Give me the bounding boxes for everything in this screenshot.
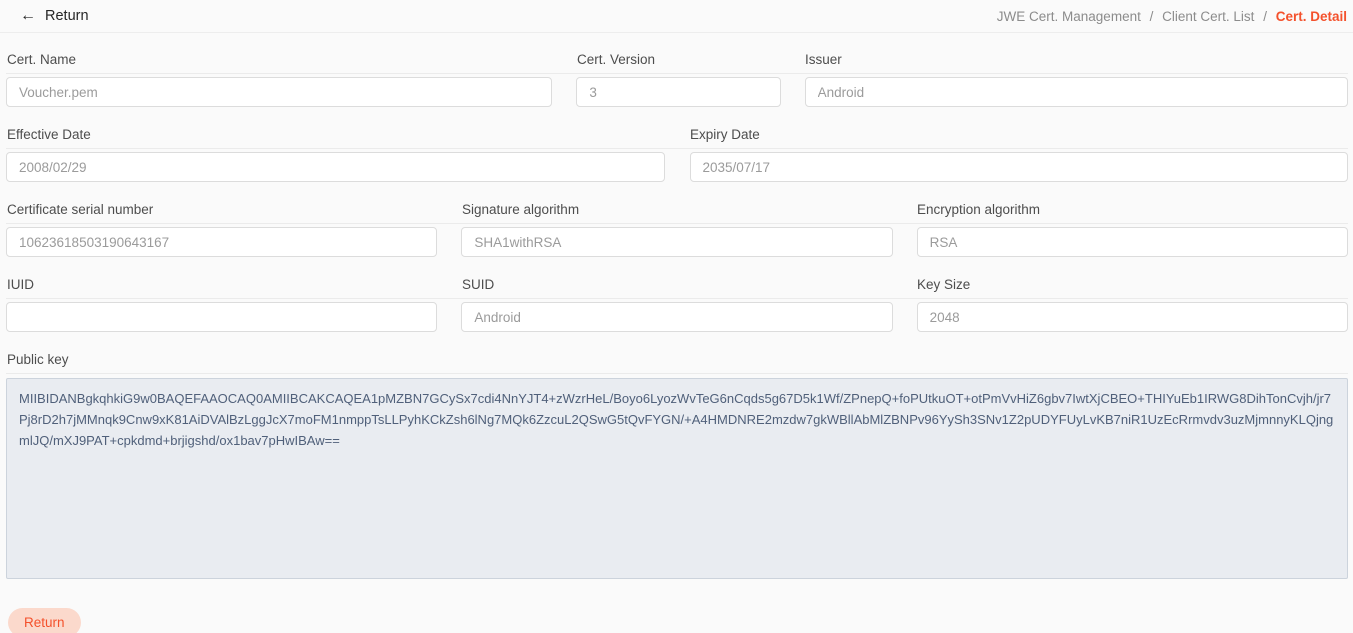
form-row-public-key: Public key MIIBIDANBgkqhkiG9w0BAQEFAAOCA… (6, 345, 1348, 579)
cert-name-input[interactable] (6, 77, 552, 107)
issuer-label: Issuer (805, 53, 1348, 67)
label-strip: Certificate serial number Signature algo… (6, 195, 1348, 224)
input-strip (6, 152, 1348, 182)
breadcrumb: JWE Cert. Management / Client Cert. List… (997, 9, 1347, 24)
key-size-input[interactable] (917, 302, 1348, 332)
iuid-input[interactable] (6, 302, 437, 332)
input-strip (6, 77, 1348, 107)
signature-algorithm-input[interactable] (461, 227, 892, 257)
back-arrow-icon: ← (20, 8, 36, 24)
label-strip: Public key (6, 345, 1348, 374)
encryption-algorithm-label: Encryption algorithm (917, 203, 1348, 217)
input-strip (6, 302, 1348, 332)
issuer-input[interactable] (805, 77, 1348, 107)
breadcrumb-separator: / (1150, 9, 1154, 24)
cert-version-label: Cert. Version (577, 53, 781, 67)
cert-detail-page: ← Return JWE Cert. Management / Client C… (0, 0, 1353, 633)
form-row-3: Certificate serial number Signature algo… (6, 195, 1348, 257)
encryption-algorithm-input[interactable] (917, 227, 1348, 257)
public-key-label: Public key (7, 353, 1348, 367)
expiry-date-label: Expiry Date (690, 128, 1348, 142)
serial-number-input[interactable] (6, 227, 437, 257)
label-strip: Effective Date Expiry Date (6, 120, 1348, 149)
breadcrumb-item-client-cert-list[interactable]: Client Cert. List (1162, 9, 1254, 24)
label-strip: Cert. Name Cert. Version Issuer (6, 45, 1348, 74)
form-row-2: Effective Date Expiry Date (6, 120, 1348, 182)
label-strip: IUID SUID Key Size (6, 270, 1348, 299)
effective-date-input[interactable] (6, 152, 665, 182)
key-size-label: Key Size (917, 278, 1348, 292)
topbar: ← Return JWE Cert. Management / Client C… (0, 0, 1353, 33)
back-link-label: Return (45, 8, 89, 24)
back-link[interactable]: ← Return (20, 8, 89, 24)
serial-number-label: Certificate serial number (7, 203, 438, 217)
cert-version-input[interactable] (576, 77, 780, 107)
breadcrumb-item-cert-detail: Cert. Detail (1276, 9, 1347, 24)
cert-name-label: Cert. Name (7, 53, 553, 67)
cert-detail-form: Cert. Name Cert. Version Issuer Effectiv… (0, 33, 1353, 633)
suid-input[interactable] (461, 302, 892, 332)
form-row-4: IUID SUID Key Size (6, 270, 1348, 332)
suid-label: SUID (462, 278, 893, 292)
signature-algorithm-label: Signature algorithm (462, 203, 893, 217)
return-button[interactable]: Return (8, 608, 81, 633)
breadcrumb-item-jwe-cert-management[interactable]: JWE Cert. Management (997, 9, 1141, 24)
effective-date-label: Effective Date (7, 128, 665, 142)
form-row-1: Cert. Name Cert. Version Issuer (6, 45, 1348, 107)
breadcrumb-separator: / (1263, 9, 1267, 24)
input-strip (6, 227, 1348, 257)
public-key-textarea[interactable]: MIIBIDANBgkqhkiG9w0BAQEFAAOCAQ0AMIIBCAKC… (6, 378, 1348, 579)
expiry-date-input[interactable] (690, 152, 1349, 182)
iuid-label: IUID (7, 278, 438, 292)
